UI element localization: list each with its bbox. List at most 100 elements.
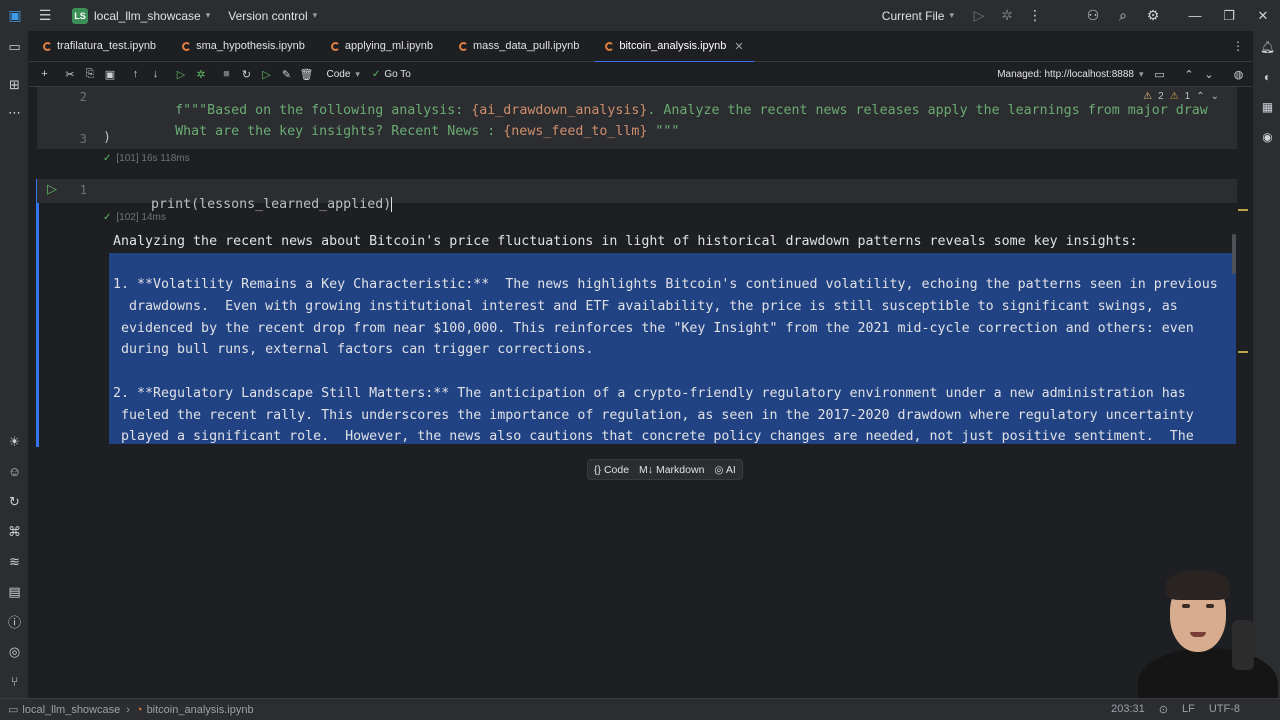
tab-label: sma_hypothesis.ipynb xyxy=(196,40,305,52)
project-selector[interactable]: LS local_llm_showcase ▾ xyxy=(66,4,216,28)
clear-outputs-icon[interactable]: ✎ xyxy=(277,65,296,84)
restart-run-all-icon[interactable]: ▷ xyxy=(257,65,276,84)
file-encoding[interactable]: UTF-8 xyxy=(1209,703,1240,716)
line-separator[interactable]: LF xyxy=(1182,703,1195,716)
notebook-editor[interactable]: 2 f"""Based on the following analysis: {… xyxy=(29,87,1252,698)
notebook-file-icon xyxy=(43,41,52,51)
add-user-icon[interactable]: ⚇ xyxy=(1082,5,1104,27)
minimize-button[interactable]: — xyxy=(1178,8,1212,23)
output-scrollbar[interactable] xyxy=(1232,234,1236,274)
tab-sma-hypothesis[interactable]: sma_hypothesis.ipynb xyxy=(172,31,315,62)
main-menu-icon[interactable]: ☰ xyxy=(34,5,56,27)
microphone xyxy=(1232,620,1254,670)
search-icon[interactable]: ⌕ xyxy=(1112,5,1134,27)
breadcrumb-separator-icon: › xyxy=(126,703,130,716)
run-cell-gutter-icon[interactable]: ▷ xyxy=(47,181,57,197)
run-icon[interactable]: ▷ xyxy=(968,5,990,27)
output-line: evidenced by the recent drop from near $… xyxy=(113,320,1194,336)
readonly-lock-icon[interactable]: ⊙ xyxy=(1159,703,1168,716)
cursor-position[interactable]: 203:31 xyxy=(1111,703,1145,716)
version-control-menu[interactable]: Version control ▾ xyxy=(222,4,323,28)
restart-kernel-icon[interactable]: ↻ xyxy=(237,65,256,84)
jupyter-variables-icon[interactable]: ◐ xyxy=(1258,67,1277,86)
line-number: 2 xyxy=(79,90,87,104)
notebook-file-icon xyxy=(458,41,468,51)
editor-tabs: trafilatura_test.ipynb sma_hypothesis.ip… xyxy=(29,31,1252,63)
services-icon[interactable]: ◎ xyxy=(5,642,24,661)
collapse-down-icon[interactable]: ⌄ xyxy=(1200,65,1219,84)
database-icon[interactable]: ▦ xyxy=(1258,97,1277,116)
notebook-file-icon xyxy=(182,41,192,51)
output-line: 1. **Volatility Remains a Key Characteri… xyxy=(113,277,1218,293)
close-tab-icon[interactable]: ✕ xyxy=(734,40,743,53)
cell-type-select[interactable]: Code ▾ xyxy=(321,69,366,80)
run-all-icon[interactable]: ✲ xyxy=(192,65,211,84)
cell-output[interactable]: Analyzing the recent news about Bitcoin'… xyxy=(109,231,1236,444)
copilot-icon[interactable]: ☺ xyxy=(5,462,24,481)
terminal-icon[interactable]: ▤ xyxy=(5,582,24,601)
move-up-icon[interactable]: ↑ xyxy=(126,65,145,84)
cut-cell-icon[interactable]: ✂ xyxy=(61,65,80,84)
chevron-down-icon: ▾ xyxy=(205,10,211,20)
tab-trafilatura-test[interactable]: trafilatura_test.ipynb xyxy=(33,31,166,62)
code-cell-101[interactable]: 2 f"""Based on the following analysis: {… xyxy=(37,87,1237,149)
collapse-up-icon[interactable]: ⌃ xyxy=(1180,65,1199,84)
jupyter-server-select[interactable]: Managed: http://localhost:8888 ▾ xyxy=(991,69,1149,80)
python-console-icon[interactable]: ⌘ xyxy=(5,522,24,541)
settings-gear-icon[interactable]: ⚙ xyxy=(1142,5,1164,27)
debug-icon[interactable]: ✲ xyxy=(996,5,1018,27)
problems-icon[interactable]: ⓘ xyxy=(5,612,24,631)
git-icon[interactable]: ⑂ xyxy=(5,672,24,691)
ai-assistant-icon[interactable]: ↻ xyxy=(5,492,24,511)
run-config-selector[interactable]: Current File ▾ xyxy=(876,4,960,28)
close-window-button[interactable]: ✕ xyxy=(1246,8,1280,24)
variables-view-icon[interactable]: ▭ xyxy=(1150,65,1169,84)
selected-cell-marker xyxy=(36,179,39,447)
ai-chat-icon[interactable]: ◉ xyxy=(1258,127,1277,146)
tab-mass-data-pull[interactable]: mass_data_pull.ipynb xyxy=(449,31,589,62)
check-icon: ✓ xyxy=(103,212,112,223)
project-folder-icon[interactable]: ▭ xyxy=(5,37,24,56)
app-logo-icon[interactable]: ▣ xyxy=(4,5,26,27)
add-ai-cell-button[interactable]: ◎ AI xyxy=(714,464,735,476)
move-down-icon[interactable]: ↓ xyxy=(146,65,165,84)
tab-bitcoin-analysis[interactable]: bitcoin_analysis.ipynb ✕ xyxy=(595,31,754,63)
more-tools-icon[interactable]: ⋯ xyxy=(5,103,24,122)
check-icon: ✓ xyxy=(103,153,112,164)
breadcrumb-file[interactable]: bitcoin_analysis.ipynb xyxy=(147,704,254,716)
more-actions-icon[interactable]: ⋮ xyxy=(1024,5,1046,27)
tab-more-icon[interactable]: ⋮ xyxy=(1232,39,1244,53)
layers-icon[interactable]: ≋ xyxy=(5,552,24,571)
output-line: drawdowns. Even with growing institution… xyxy=(113,299,1178,315)
chevron-down-icon[interactable]: ⌄ xyxy=(1211,91,1219,102)
tab-label: applying_ml.ipynb xyxy=(344,40,433,52)
check-icon: ✓ xyxy=(371,68,381,80)
structure-icon[interactable]: ⊞ xyxy=(5,75,24,94)
presenter-hair xyxy=(1166,570,1230,600)
stop-kernel-icon[interactable]: ■ xyxy=(217,65,236,84)
code-cell-102[interactable]: ▷ 1 print(lessons_learned_applied)​ xyxy=(37,179,1237,212)
maximize-button[interactable]: ❐ xyxy=(1212,8,1246,24)
breadcrumb-project[interactable]: local_llm_showcase xyxy=(22,704,120,716)
add-cell-icon[interactable]: + xyxy=(35,65,54,84)
paste-cell-icon[interactable]: ▣ xyxy=(101,65,120,84)
line-number: 3 xyxy=(79,132,87,146)
chevron-up-icon[interactable]: ⌃ xyxy=(1196,91,1204,102)
tab-applying-ml[interactable]: applying_ml.ipynb xyxy=(321,31,443,62)
inspection-widget[interactable]: ⚠ 2 ⚠ 1 ⌃ ⌄ xyxy=(1143,91,1219,102)
toolbar-right: Managed: http://localhost:8888 ▾ ▭ ⌃ ⌄ ◍ xyxy=(991,65,1252,84)
line-number: 1 xyxy=(79,183,87,197)
add-markdown-cell-button[interactable]: M↓ Markdown xyxy=(639,464,704,476)
output-line: Analyzing the recent news about Bitcoin'… xyxy=(113,234,1138,249)
delete-cell-icon[interactable]: 🗑︎ xyxy=(297,65,316,84)
notebook-file-icon: ◔ xyxy=(135,703,143,716)
run-cell-icon[interactable]: ▷ xyxy=(172,65,191,84)
globe-icon[interactable]: ◍ xyxy=(1229,65,1248,84)
add-code-cell-button[interactable]: {} Code xyxy=(594,464,629,476)
tab-label: mass_data_pull.ipynb xyxy=(472,40,580,52)
copy-cell-icon[interactable]: ⎘ xyxy=(81,65,100,84)
go-to-button[interactable]: ✓ Go To xyxy=(366,69,417,80)
python-packages-icon[interactable]: ☀ xyxy=(5,432,24,451)
notifications-bell-icon[interactable]: 🔔︎ xyxy=(1258,37,1277,56)
